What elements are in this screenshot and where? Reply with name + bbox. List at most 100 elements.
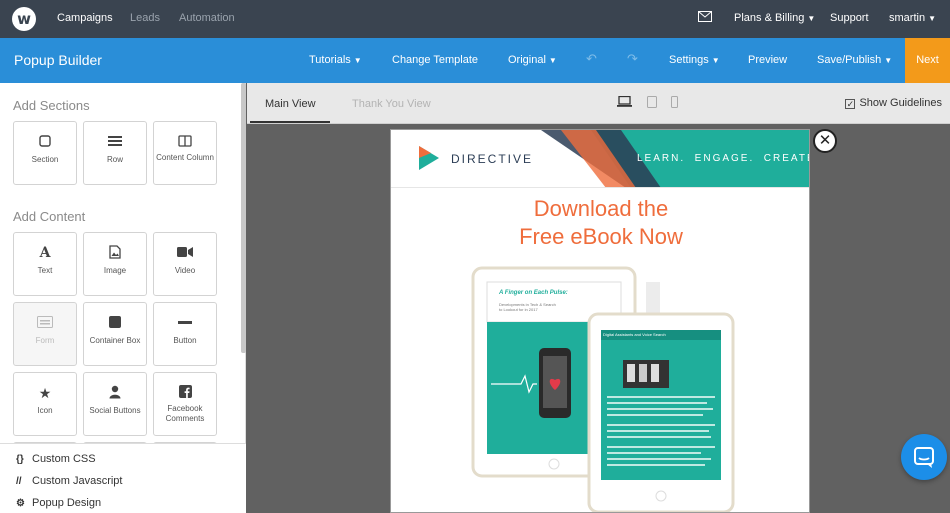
popup-canvas[interactable]: DIRECTIVE LEARN. ENGAGE. CREATE. Downloa… [390, 129, 810, 513]
settings-label: Settings [669, 54, 709, 66]
tablet1-title: A Finger on Each Pulse: [499, 290, 568, 296]
tab-thank-you-view[interactable]: Thank You View [352, 98, 431, 110]
save-publish-label: Save/Publish [817, 54, 882, 66]
change-template-button[interactable]: Change Template [392, 54, 478, 66]
tile-social-buttons[interactable]: Social Buttons [83, 372, 147, 436]
tutorials-menu[interactable]: Tutorials ▼ [309, 54, 362, 66]
tile-label: Button [173, 336, 197, 345]
brand-tagline: LEARN. ENGAGE. CREATE. [637, 153, 810, 164]
desktop-icon[interactable] [617, 95, 632, 110]
custom-css-label: Custom CSS [32, 453, 96, 465]
tablet1-subtitle: Developments in Tech & Search to Lookout… [499, 302, 556, 312]
add-sections-heading: Add Sections [13, 98, 90, 113]
custom-javascript-label: Custom Javascript [32, 475, 123, 487]
tab-main-view[interactable]: Main View [265, 98, 316, 110]
nav-leads[interactable]: Leads [130, 12, 160, 24]
app-logo[interactable]: w [12, 7, 36, 31]
chevron-down-icon: ▼ [711, 56, 720, 65]
tile-button[interactable]: Button [153, 302, 217, 366]
image-icon [84, 245, 146, 261]
button-icon [154, 315, 216, 331]
tile-label: Container Box [89, 336, 141, 345]
tile-facebook-comments[interactable]: Facebook Comments [153, 372, 217, 436]
chevron-down-icon: ▼ [353, 56, 362, 65]
headline-line-2[interactable]: Free eBook Now [391, 224, 809, 250]
chevron-down-icon: ▼ [884, 56, 893, 65]
tile-text[interactable]: A Text [13, 232, 77, 296]
headline-line-1[interactable]: Download the [391, 196, 809, 222]
custom-css-link[interactable]: {} Custom CSS [16, 453, 96, 465]
close-popup-button[interactable]: ✕ [813, 129, 837, 153]
sidebar-footer: {} Custom CSS // Custom Javascript ⚙ Popup … [0, 443, 246, 513]
custom-javascript-link[interactable]: // Custom Javascript [16, 475, 122, 487]
tile-section[interactable]: Section [13, 121, 77, 185]
column-icon [154, 134, 216, 150]
tile-label: Video [174, 266, 196, 275]
container-icon [84, 315, 146, 331]
rows-icon [84, 134, 146, 150]
tile-row[interactable]: Row [83, 121, 147, 185]
original-menu[interactable]: Original ▼ [508, 54, 557, 66]
facebook-icon [154, 385, 216, 401]
settings-menu[interactable]: Settings ▼ [669, 54, 720, 66]
redo-icon[interactable]: ↷ [627, 51, 638, 67]
chat-icon [914, 447, 934, 468]
plans-billing-label: Plans & Billing [734, 12, 805, 24]
chat-launcher-button[interactable] [901, 434, 947, 480]
save-publish-menu[interactable]: Save/Publish ▼ [817, 54, 892, 66]
tile-label: Image [103, 266, 127, 275]
user-name: smartin [889, 12, 926, 24]
nav-automation[interactable]: Automation [179, 12, 235, 24]
brand-name: DIRECTIVE [451, 152, 534, 166]
tile-label: Icon [37, 406, 53, 415]
top-nav: w Campaigns Leads Automation Plans & Bil… [0, 0, 950, 38]
code-slash-icon: // [16, 476, 22, 487]
show-guidelines-toggle[interactable]: ✓ Show Guidelines [845, 97, 942, 109]
original-label: Original [508, 54, 546, 66]
close-icon: ✕ [818, 132, 832, 149]
popup-design-label: Popup Design [32, 497, 102, 509]
form-icon [14, 315, 76, 331]
tablet2-title: Digital Assistants and Voice Search [603, 332, 666, 337]
tutorials-label: Tutorials [309, 54, 351, 66]
chevron-down-icon: ▼ [548, 56, 557, 65]
video-icon [154, 245, 216, 261]
tile-image[interactable]: Image [83, 232, 147, 296]
popup-header: DIRECTIVE LEARN. ENGAGE. CREATE. [391, 130, 810, 188]
tile-label: Section [31, 155, 59, 164]
tile-icon[interactable]: ★ Icon [13, 372, 77, 436]
mail-icon[interactable] [698, 11, 712, 25]
text-icon: A [39, 245, 51, 261]
show-guidelines-label: Show Guidelines [859, 97, 942, 109]
tile-label: Row [106, 155, 123, 164]
active-tab-indicator [250, 121, 330, 123]
tile-container-box[interactable]: Container Box [83, 302, 147, 366]
sidebar-scrollbar[interactable] [241, 83, 246, 353]
view-bar: Main View Thank You View ✓ Show Guideline… [247, 83, 950, 124]
plans-billing-menu[interactable]: Plans & Billing ▼ [734, 12, 815, 24]
builder-toolbar: Popup Builder Tutorials ▼ Change Template… [0, 38, 950, 83]
add-content-heading: Add Content [13, 209, 86, 224]
gear-icon: ⚙ [16, 498, 25, 509]
user-icon [84, 385, 146, 401]
tile-label: Facebook Comments [165, 404, 205, 423]
tile-content-column[interactable]: Content Column [153, 121, 217, 185]
builder-title: Popup Builder [14, 52, 102, 68]
undo-icon[interactable]: ↶ [586, 51, 597, 67]
support-link[interactable]: Support [830, 12, 869, 24]
braces-icon: {} [16, 454, 24, 465]
user-menu[interactable]: smartin ▼ [889, 12, 936, 24]
tile-video[interactable]: Video [153, 232, 217, 296]
tile-label: Text [37, 266, 53, 275]
tile-form[interactable]: Form [13, 302, 77, 366]
tile-label: Content Column [156, 153, 214, 162]
tile-label: Form [35, 336, 55, 345]
next-button[interactable]: Next [905, 38, 950, 83]
nav-campaigns[interactable]: Campaigns [57, 12, 113, 24]
popup-design-link[interactable]: ⚙ Popup Design [16, 497, 101, 509]
preview-button[interactable]: Preview [748, 54, 787, 66]
tablet-icon[interactable] [647, 96, 657, 111]
mobile-icon[interactable] [671, 96, 678, 111]
square-icon [14, 134, 76, 150]
chevron-down-icon: ▼ [928, 14, 936, 23]
